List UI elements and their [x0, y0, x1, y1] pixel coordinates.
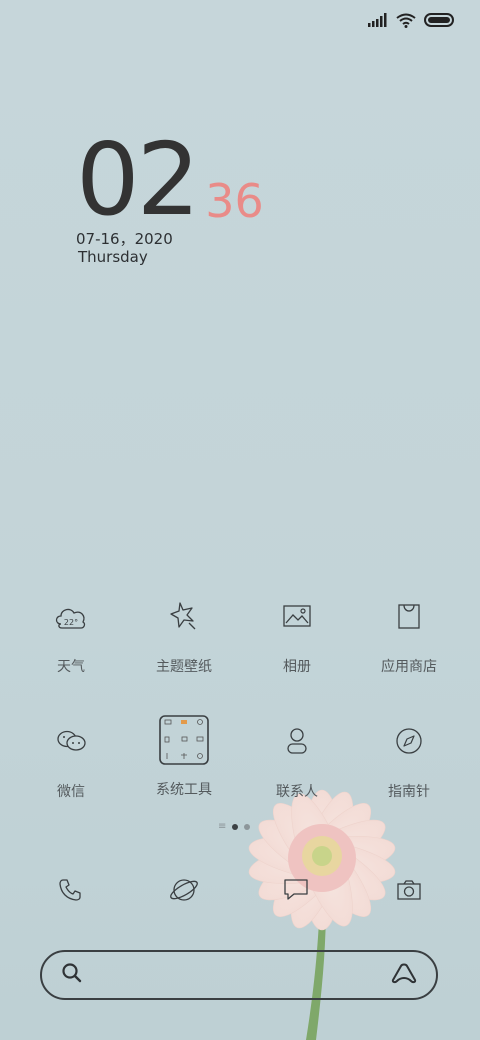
- app-themes[interactable]: 主题壁纸: [129, 590, 239, 676]
- system-tools-folder-icon: [159, 715, 209, 765]
- page-dot-active[interactable]: [232, 824, 239, 830]
- messages-icon[interactable]: [276, 870, 316, 910]
- app-label: 联系人: [276, 784, 318, 800]
- clock-widget[interactable]: 02 36: [76, 130, 264, 230]
- gallery-icon: [271, 590, 323, 642]
- search-input[interactable]: [102, 962, 376, 990]
- status-bar: [368, 8, 454, 32]
- weekday-text: Thursday: [78, 248, 148, 266]
- page-dot[interactable]: [244, 824, 251, 830]
- date-text: 07-16，2020: [76, 230, 173, 248]
- app-contacts[interactable]: 联系人: [242, 715, 352, 801]
- camera-icon[interactable]: [389, 870, 429, 910]
- battery-icon: [424, 13, 454, 27]
- app-compass[interactable]: 指南针: [354, 715, 464, 801]
- app-label: 相册: [283, 659, 311, 675]
- wechat-icon: [45, 715, 97, 767]
- clock-hours: 02: [76, 121, 200, 238]
- app-store-icon: [383, 590, 435, 642]
- app-label: 天气: [57, 659, 85, 675]
- flower-wallpaper-decoration: [248, 789, 396, 1040]
- voice-assistant-icon[interactable]: [390, 962, 418, 988]
- app-store[interactable]: 应用商店: [354, 590, 464, 676]
- page-indicator[interactable]: ≡: [218, 822, 251, 832]
- app-label: 应用商店: [381, 659, 437, 675]
- search-bar[interactable]: [40, 950, 438, 1000]
- clock-minutes: 36: [205, 174, 264, 228]
- app-weather[interactable]: 22° 天气: [16, 590, 126, 676]
- contacts-icon: [271, 715, 323, 767]
- app-drawer-icon[interactable]: ≡: [218, 822, 226, 832]
- theme-icon: [158, 590, 210, 642]
- browser-icon[interactable]: [164, 870, 204, 910]
- app-label: 指南针: [388, 784, 430, 800]
- folder-system-tools[interactable]: 系统工具: [129, 715, 239, 799]
- weather-temp: 22°: [64, 618, 78, 627]
- compass-icon: [383, 715, 435, 767]
- app-label: 主题壁纸: [156, 659, 212, 675]
- signal-icon: [368, 13, 387, 27]
- wifi-icon: [396, 13, 416, 28]
- phone-icon[interactable]: [50, 870, 90, 910]
- app-wechat[interactable]: 微信: [16, 715, 126, 801]
- app-label: 系统工具: [156, 782, 212, 798]
- search-icon[interactable]: [60, 961, 84, 989]
- weather-icon: 22°: [45, 590, 97, 642]
- app-gallery[interactable]: 相册: [242, 590, 352, 676]
- app-label: 微信: [57, 784, 85, 800]
